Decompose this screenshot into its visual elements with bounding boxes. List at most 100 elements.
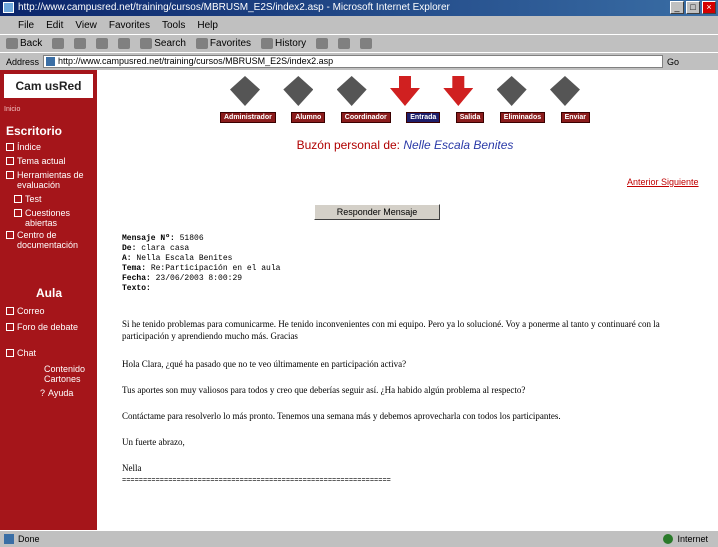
message-paragraph: Un fuerte abrazo, [122, 437, 185, 447]
address-input[interactable]: http://www.campusred.net/training/cursos… [43, 55, 664, 68]
sidebar-item-test[interactable]: Test [14, 194, 94, 204]
tab-salida[interactable]: Salida [455, 112, 485, 123]
paging-links[interactable]: Anterior Siguiente [627, 177, 699, 187]
refresh-button[interactable] [96, 38, 109, 49]
message-paragraph: Si he tenido problemas para comunicarme.… [122, 319, 660, 341]
address-url: http://www.campusred.net/training/cursos… [58, 56, 334, 66]
window-controls: _ □ × [670, 1, 716, 14]
tab-administrador[interactable]: Administrador [220, 112, 276, 123]
menu-edit[interactable]: Edit [46, 20, 63, 31]
reply-message-button[interactable]: Responder Mensaje [314, 204, 440, 220]
favorites-icon [195, 38, 208, 49]
checkbox-icon [14, 195, 22, 203]
message-to-row: A: Nella Escala Benites [122, 254, 233, 263]
status-bar: Done Internet [0, 530, 718, 547]
message-header: Mensaje Nº: 51806 De: clara casa A: Nell… [122, 234, 280, 294]
menu-view[interactable]: View [75, 20, 97, 31]
print-button[interactable] [338, 38, 351, 49]
ie-logo-icon [3, 2, 14, 13]
sidebar-item-correo[interactable]: Correo [6, 306, 94, 316]
tab-alumno[interactable]: Alumno [291, 112, 326, 123]
forum-icon [6, 323, 14, 331]
mail-button[interactable] [316, 38, 329, 49]
stop-icon [74, 38, 87, 49]
mailbox-banner: Administrador Alumno Coordinador Entrada… [220, 76, 590, 140]
sidebar-item-indice[interactable]: Índice [6, 142, 94, 152]
admin-hat-icon[interactable] [230, 76, 260, 106]
minimize-button[interactable]: _ [670, 1, 684, 14]
message-date-row: Fecha: 23/06/2003 8:00:29 [122, 274, 243, 283]
campusred-logo[interactable]: Cam usRed [4, 74, 93, 98]
sidebar-item-tema-actual[interactable]: Tema actual [6, 156, 94, 166]
search-button[interactable]: Search [140, 38, 186, 49]
mail-icon [316, 38, 329, 49]
status-text: Done [18, 534, 40, 544]
message-paragraph: Tus aportes son muy valiosos para todos … [122, 385, 526, 395]
tab-eliminados[interactable]: Eliminados [499, 112, 546, 123]
edit-button[interactable] [360, 38, 373, 49]
forward-button[interactable] [52, 38, 65, 49]
back-button[interactable]: Back [6, 38, 42, 49]
address-label: Address [6, 56, 40, 67]
message-paragraph: Contáctame para resolverlo lo más pronto… [122, 411, 561, 421]
message-separator: ========================================… [122, 477, 391, 485]
page-status-icon [4, 534, 14, 544]
sidebar-item-chat[interactable]: Chat [6, 348, 94, 358]
sidebar: Cam usRed Inicio Escritorio Índice Tema … [0, 70, 97, 530]
edit-icon [360, 38, 373, 49]
message-paragraph: Hola Clara, ¿qué ha pasado que no te veo… [122, 359, 407, 369]
close-button[interactable]: × [702, 1, 716, 14]
sidebar-home-link[interactable]: Inicio [4, 106, 20, 113]
sidebar-item-centro-documentacion[interactable]: Centro de documentación [6, 230, 94, 250]
history-icon [261, 38, 274, 49]
tab-coordinador[interactable]: Coordinador [340, 112, 391, 123]
topic-icon [6, 157, 14, 165]
tab-entrada[interactable]: Entrada [406, 112, 441, 123]
sidebar-section-escritorio: Escritorio [6, 124, 63, 138]
sidebar-item-ayuda[interactable]: ? Ayuda [40, 388, 92, 398]
chat-icon [6, 349, 14, 357]
sidebar-item-cuestiones[interactable]: Cuestiones abiertas [14, 208, 94, 228]
sidebar-item-contenido[interactable]: Contenido Cartones [44, 364, 92, 384]
message-from-row: De: clara casa [122, 244, 190, 253]
tab-enviar[interactable]: Enviar [560, 112, 590, 123]
sidebar-item-foro[interactable]: Foro de debate [6, 322, 94, 332]
page-icon [46, 57, 56, 66]
globe-icon [663, 534, 674, 544]
menu-favorites[interactable]: Favorites [109, 20, 150, 31]
message-number-row: Mensaje Nº: 51806 [122, 234, 204, 243]
print-icon [338, 38, 351, 49]
history-button[interactable]: History [261, 38, 306, 49]
window-title-bar: http://www.campusred.net/training/cursos… [0, 0, 718, 16]
student-hat-icon[interactable] [283, 76, 314, 106]
favorites-button[interactable]: Favorites [195, 38, 251, 49]
buzon-name: Nelle Escala Benites [403, 138, 514, 152]
outbox-arrow-icon[interactable] [443, 76, 474, 106]
coordinator-hat-icon[interactable] [336, 76, 367, 106]
menu-tools[interactable]: Tools [162, 20, 185, 31]
security-zone: Internet [663, 531, 708, 547]
home-button[interactable] [118, 38, 131, 49]
inbox-arrow-icon[interactable] [389, 76, 420, 106]
home-icon [118, 38, 131, 49]
message-subject-row: Tema: Re:Participación en el aula [122, 264, 281, 273]
message-signature: Nella [122, 463, 142, 473]
send-envelope-icon[interactable] [549, 76, 580, 106]
back-arrow-icon [6, 38, 18, 49]
index-icon [6, 143, 14, 151]
maximize-button[interactable]: □ [686, 1, 700, 14]
documents-icon [6, 231, 14, 239]
banner-icons [220, 76, 590, 110]
sidebar-item-herramientas[interactable]: Herramientas de evaluación [6, 170, 94, 190]
pencil-icon [6, 171, 14, 179]
help-icon: ? [40, 388, 46, 398]
menu-file[interactable]: File [18, 20, 34, 31]
go-button[interactable]: Go [667, 57, 679, 67]
stop-button[interactable] [74, 38, 87, 49]
mailbox-tabs: Administrador Alumno Coordinador Entrada… [220, 112, 590, 123]
forward-arrow-icon [52, 38, 65, 49]
deleted-x-icon[interactable] [496, 76, 527, 106]
message-text-label: Texto: [122, 284, 151, 293]
buzon-label: Buzón personal de: [296, 138, 400, 152]
menu-help[interactable]: Help [197, 20, 218, 31]
